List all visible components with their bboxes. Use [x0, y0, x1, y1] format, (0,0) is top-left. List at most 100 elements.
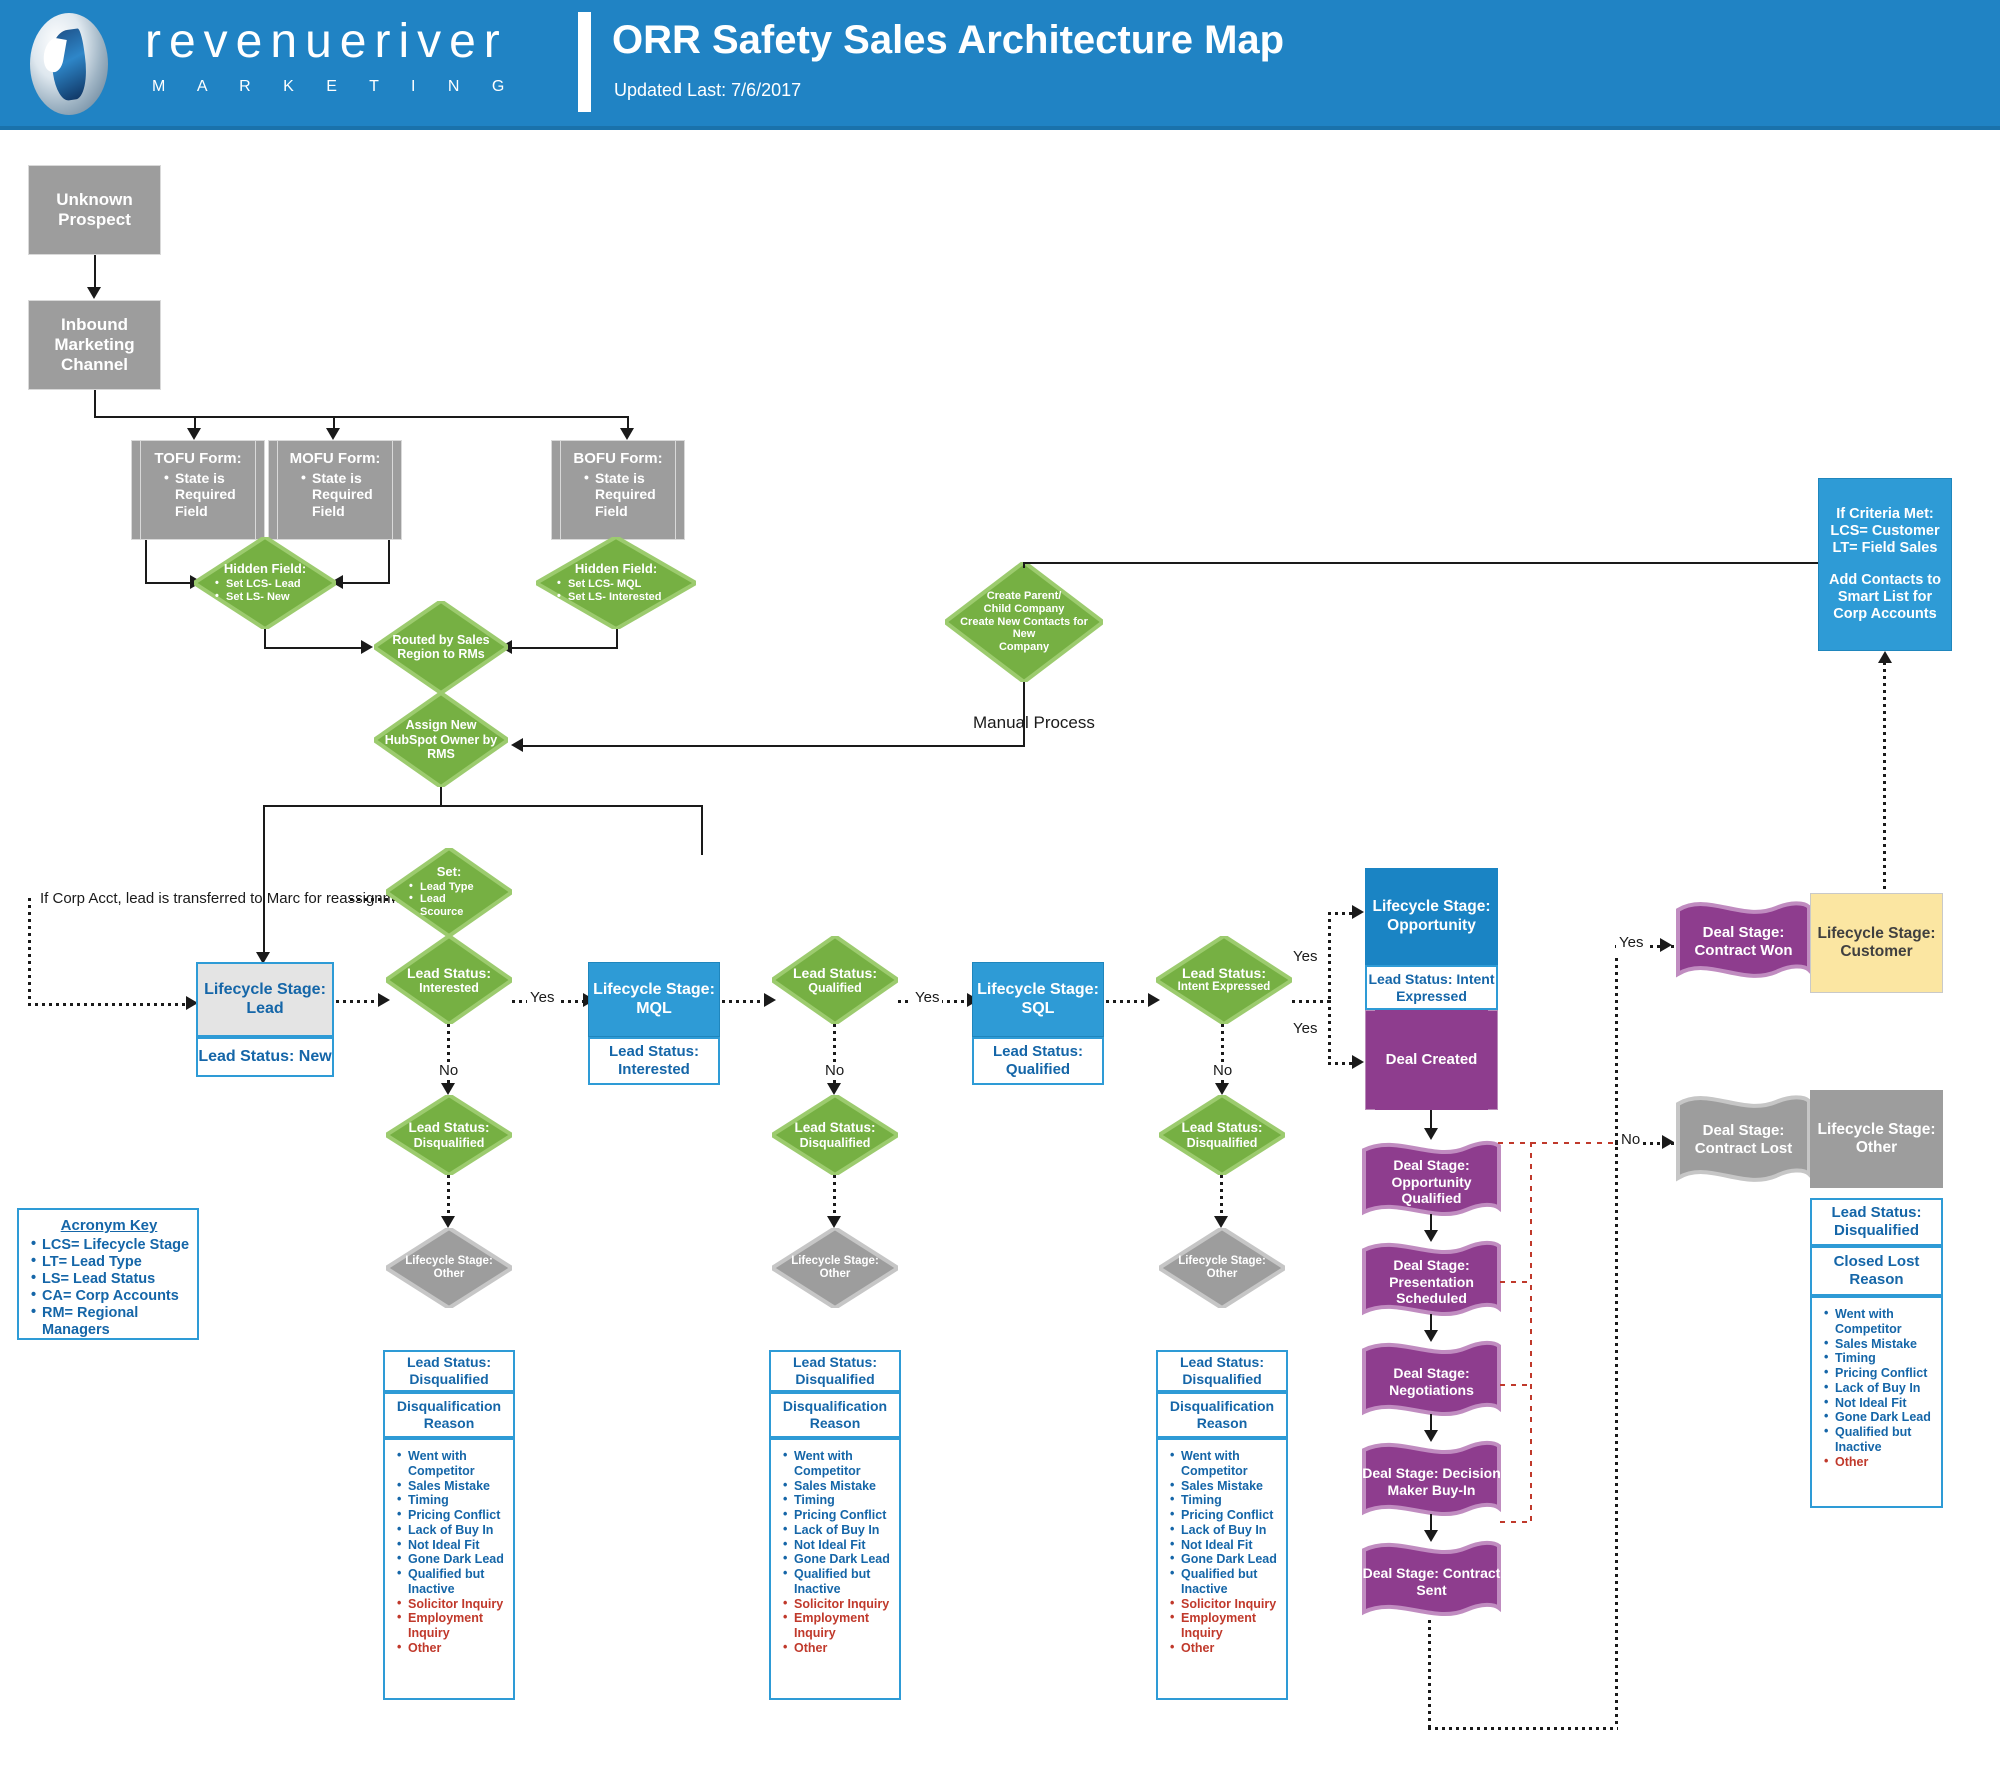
deal-stage-label: Deal Stage: Contract Sent — [1362, 1565, 1501, 1598]
node-deal-stage-opportunity-qualified[interactable]: Deal Stage: Opportunity Qualified — [1362, 1138, 1501, 1226]
hidden-field-mql-text: Hidden Field: Set LCS- MQL Set LS- Inter… — [536, 561, 696, 604]
edge-disq2-down — [833, 1175, 836, 1220]
card-disq-reason-head-1[interactable]: Disqualification Reason — [383, 1392, 515, 1438]
node-deal-created[interactable]: Deal Created — [1375, 1010, 1488, 1110]
node-ls-qualified-sub[interactable]: Lead Status: Qualified — [972, 1037, 1104, 1085]
disq-item: Timing — [1168, 1492, 1282, 1508]
node-deal-stage-decision-maker-buyin[interactable]: Deal Stage: Decision Maker Buy-In — [1362, 1438, 1501, 1526]
deal-stage-label: Deal Stage: Contract Lost — [1694, 1122, 1793, 1157]
arrowhead — [827, 1216, 841, 1228]
edge-form-bus — [94, 416, 628, 418]
criteria-line: Smart List for — [1837, 588, 1933, 605]
header-divider — [578, 12, 591, 112]
acronym-item: LS= Lead Status — [29, 1270, 197, 1288]
disq-reason-list: Went with Competitor Sales Mistake Timin… — [1168, 1448, 1282, 1656]
closed-lost-item: Pricing Conflict — [1822, 1365, 1937, 1381]
edge-intent-split-up — [1328, 912, 1331, 1002]
updated-date: Updated Last: 7/6/2017 — [614, 80, 802, 100]
node-lcs-lead[interactable]: Lifecycle Stage: Lead — [196, 962, 334, 1037]
edge-bottom-loop-up — [1615, 958, 1618, 1728]
arrowhead — [1352, 1055, 1364, 1069]
closed-lost-item: Sales Mistake — [1822, 1336, 1937, 1352]
disq-reason-list: Went with Competitor Sales Mistake Timin… — [781, 1448, 895, 1656]
hidden-field-item: Set LS- Interested — [555, 590, 677, 604]
acronym-item: RM= Regional Managers — [29, 1304, 197, 1339]
acronym-item: CA= Corp Accounts — [29, 1287, 197, 1305]
node-lcs-mql[interactable]: Lifecycle Stage: MQL — [588, 962, 720, 1037]
disq-item: Went with Competitor — [395, 1448, 509, 1479]
node-mofu-form[interactable]: MOFU Form: State is Required Field — [277, 440, 393, 540]
edge-assign-down — [440, 787, 442, 807]
node-unknown-prospect[interactable]: Unknown Prospect — [28, 165, 161, 255]
disq-item: Lack of Buy In — [395, 1522, 509, 1538]
node-tofu-form[interactable]: TOFU Form: State is Required Field — [140, 440, 256, 540]
lcs-other-label: Lifecycle Stage: Other — [405, 1254, 493, 1280]
node-routed-by-sales-region[interactable]: Routed by Sales Region to RMs — [374, 601, 508, 693]
node-hidden-field-lead[interactable]: Hidden Field: Set LCS- Lead Set LS- New — [194, 537, 336, 629]
node-lcs-other-3[interactable]: Lifecycle Stage: Other — [1159, 1228, 1285, 1308]
node-ls-disqualified-2[interactable]: Lead Status: Disqualified — [772, 1095, 898, 1175]
node-inbound-marketing-channel[interactable]: Inbound Marketing Channel — [28, 300, 161, 390]
acronym-item: LT= Lead Type — [29, 1253, 197, 1271]
node-lcs-opportunity[interactable]: Lifecycle Stage: Opportunity — [1365, 868, 1498, 965]
acronym-key-box[interactable]: Acronym Key LCS= Lifecycle Stage LT= Lea… — [17, 1208, 199, 1340]
edge-lane-bus — [263, 805, 703, 807]
card-ls-disqualified-head-2[interactable]: Lead Status: Disqualified — [769, 1350, 901, 1392]
node-deal-stage-presentation-scheduled[interactable]: Deal Stage: Presentation Scheduled — [1362, 1238, 1501, 1326]
card-closed-lost-head[interactable]: Closed Lost Reason — [1810, 1246, 1943, 1296]
closed-lost-item: Other — [1822, 1454, 1937, 1470]
card-ls-disqualified-head-3[interactable]: Lead Status: Disqualified — [1156, 1350, 1288, 1392]
node-ls-disqualified-1[interactable]: Lead Status: Disqualified — [386, 1095, 512, 1175]
ls-disqualified-label: Lead Status: Disqualified — [1181, 1120, 1263, 1150]
node-ls-disqualified-3[interactable]: Lead Status: Disqualified — [1159, 1095, 1285, 1175]
node-deal-stage-contract-sent[interactable]: Deal Stage: Contract Sent — [1362, 1538, 1501, 1626]
card-ls-disqualified-right[interactable]: Lead Status: Disqualified — [1810, 1198, 1943, 1246]
node-hidden-field-mql[interactable]: Hidden Field: Set LCS- MQL Set LS- Inter… — [536, 537, 696, 629]
card-disq-reason-list-2[interactable]: Went with Competitor Sales Mistake Timin… — [769, 1438, 901, 1700]
node-assign-hubspot-owner[interactable]: Assign New HubSpot Owner by RMS — [374, 693, 508, 787]
disq-item: Pricing Conflict — [781, 1507, 895, 1523]
disq-item: Qualified but Inactive — [1168, 1566, 1282, 1597]
node-deal-stage-contract-lost[interactable]: Deal Stage: Contract Lost — [1676, 1090, 1811, 1190]
card-disq-reason-list-1[interactable]: Went with Competitor Sales Mistake Timin… — [383, 1438, 515, 1700]
node-if-criteria-met[interactable]: If Criteria Met: LCS= Customer LT= Field… — [1818, 478, 1952, 651]
tofu-item: State is Required Field — [162, 469, 248, 520]
node-lcs-other-box[interactable]: Lifecycle Stage: Other — [1810, 1090, 1943, 1188]
card-closed-lost-list[interactable]: Went with Competitor Sales Mistake Timin… — [1810, 1296, 1943, 1508]
lcs-other-label: Lifecycle Stage: Other — [791, 1254, 879, 1280]
set-label: Set: Lead Type Lead Scource — [386, 864, 512, 920]
closed-lost-item: Qualified but Inactive — [1822, 1424, 1937, 1455]
node-create-parent-child-company[interactable]: Create Parent/Child Company Create New Co… — [945, 562, 1103, 682]
node-ls-new[interactable]: Lead Status: New — [196, 1037, 334, 1077]
disq-item: Sales Mistake — [781, 1478, 895, 1494]
acronym-key-list: LCS= Lifecycle Stage LT= Lead Type LS= L… — [25, 1236, 197, 1340]
closed-lost-item: Not Ideal Fit — [1822, 1395, 1937, 1411]
node-ls-intent-expressed-decision[interactable]: Lead Status: Intent Expressed — [1156, 936, 1292, 1024]
edge-to-criteria — [1023, 562, 1818, 564]
node-lcs-other-2[interactable]: Lifecycle Stage: Other — [772, 1228, 898, 1308]
edge-label-yes: Yes — [527, 989, 558, 1006]
node-set-lead-type-source[interactable]: Set: Lead Type Lead Scource — [386, 848, 512, 936]
tofu-title: TOFU Form: — [154, 450, 242, 467]
node-bofu-form[interactable]: BOFU Form: State is Required Field — [560, 440, 676, 540]
node-ls-intent-sub[interactable]: Lead Status: Intent Expressed — [1365, 965, 1498, 1010]
criteria-line: If Criteria Met: — [1836, 506, 1934, 523]
node-ls-qualified-decision[interactable]: Lead Status: Qualified — [772, 936, 898, 1024]
node-lcs-customer[interactable]: Lifecycle Stage: Customer — [1810, 893, 1943, 993]
node-ls-interested-decision[interactable]: Lead Status: Interested — [386, 936, 512, 1024]
card-disq-reason-head-2[interactable]: Disqualification Reason — [769, 1392, 901, 1438]
card-disq-reason-list-3[interactable]: Went with Competitor Sales Mistake Timin… — [1156, 1438, 1288, 1700]
card-disq-reason-head-3[interactable]: Disqualification Reason — [1156, 1392, 1288, 1438]
node-lcs-other-1[interactable]: Lifecycle Stage: Other — [386, 1228, 512, 1308]
card-ls-disqualified-head-1[interactable]: Lead Status: Disqualified — [383, 1350, 515, 1392]
node-ls-interested-sub[interactable]: Lead Status: Interested — [588, 1037, 720, 1085]
arrowhead — [1352, 905, 1364, 919]
node-lcs-sql[interactable]: Lifecycle Stage: SQL — [972, 962, 1104, 1037]
edge-manual-left — [520, 745, 1025, 747]
edge-intent-split-down — [1328, 1000, 1331, 1065]
acronym-item: LCS= Lifecycle Stage — [29, 1236, 197, 1254]
node-deal-stage-negotiations[interactable]: Deal Stage: Negotiations — [1362, 1338, 1501, 1426]
node-deal-stage-contract-won[interactable]: Deal Stage: Contract Won — [1676, 896, 1811, 988]
closed-lost-item: Lack of Buy In — [1822, 1380, 1937, 1396]
ls-interested-label: Lead Status: Interested — [406, 964, 491, 995]
